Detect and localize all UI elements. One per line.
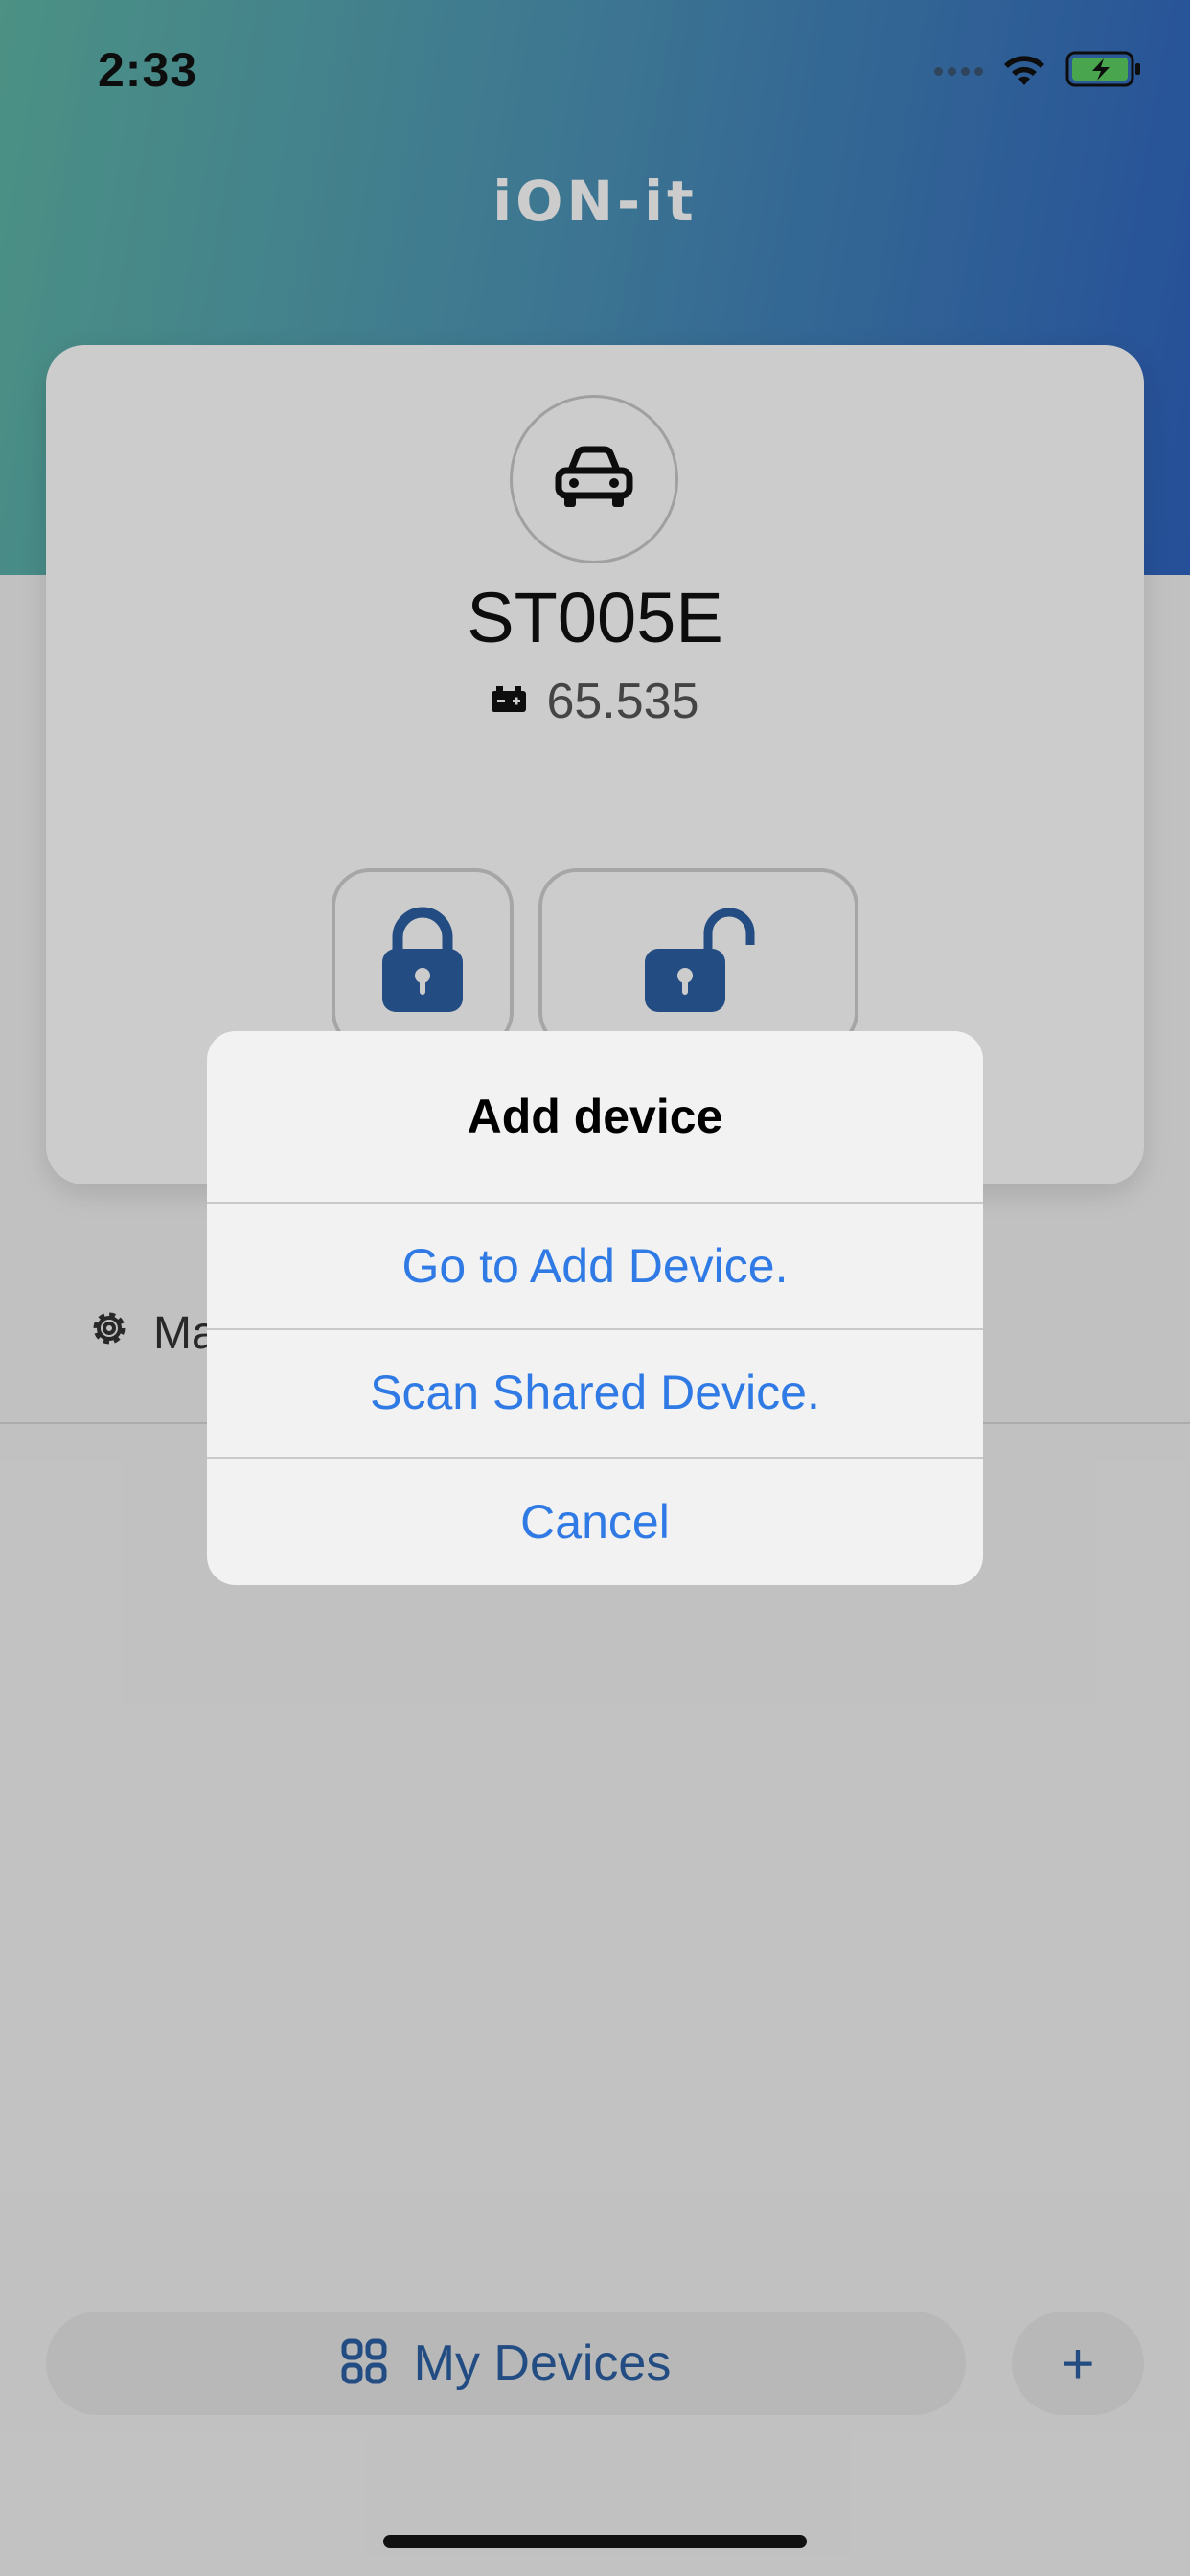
alert-title: Add device — [467, 1090, 723, 1143]
add-device-alert: Add device Go to Add Device. Scan Shared… — [207, 1031, 983, 1585]
go-to-add-device-button[interactable]: Go to Add Device. — [207, 1202, 983, 1328]
home-indicator[interactable] — [383, 2535, 807, 2548]
scan-shared-device-button[interactable]: Scan Shared Device. — [207, 1328, 983, 1455]
cancel-button[interactable]: Cancel — [207, 1457, 983, 1585]
